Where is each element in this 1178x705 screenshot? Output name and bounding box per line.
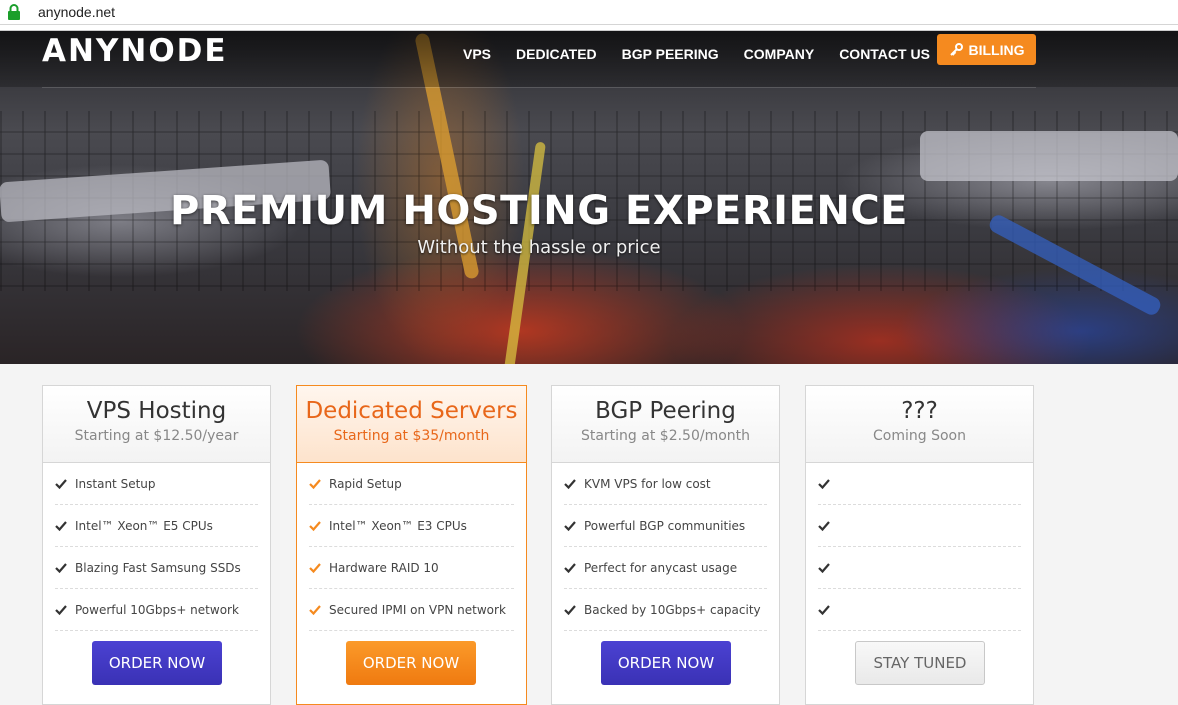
check-icon	[309, 520, 321, 531]
list-item: Instant Setup	[55, 463, 258, 505]
hero-section: ANYNODE VPS DEDICATED BGP PEERING COMPAN…	[0, 31, 1178, 364]
plan-card-vps: VPS Hosting Starting at $12.50/year Inst…	[42, 385, 271, 705]
check-icon	[818, 478, 830, 489]
plan-feature-list	[806, 463, 1033, 631]
list-item: Hardware RAID 10	[309, 547, 514, 589]
feature-text: Rapid Setup	[329, 476, 402, 491]
plan-price: Starting at $2.50/month	[580, 428, 751, 444]
check-icon	[55, 604, 67, 615]
plan-title: BGP Peering	[595, 398, 736, 424]
list-item: Powerful 10Gbps+ network	[55, 589, 258, 631]
list-item: Intel™ Xeon™ E5 CPUs	[55, 505, 258, 547]
billing-button[interactable]: BILLING	[937, 34, 1036, 65]
check-icon	[818, 562, 830, 573]
list-item: Backed by 10Gbps+ capacity	[564, 589, 767, 631]
site-logo[interactable]: ANYNODE	[42, 33, 228, 69]
nav-item-company[interactable]: COMPANY	[744, 46, 815, 62]
plan-title: ???	[901, 398, 938, 424]
plan-feature-list: Rapid Setup Intel™ Xeon™ E3 CPUs Hardwar…	[297, 463, 526, 631]
plan-title: VPS Hosting	[86, 398, 227, 424]
nav-item-bgp-peering[interactable]: BGP PEERING	[622, 46, 719, 62]
url-text[interactable]: anynode.net	[38, 4, 115, 20]
hero-subtitle: Without the hassle or price	[417, 237, 661, 258]
plan-price: Coming Soon	[873, 428, 966, 444]
list-item: Blazing Fast Samsung SSDs	[55, 547, 258, 589]
nav-item-dedicated[interactable]: DEDICATED	[516, 46, 597, 62]
plan-card-dedicated: Dedicated Servers Starting at $35/month …	[296, 385, 527, 705]
list-item: Perfect for anycast usage	[564, 547, 767, 589]
check-icon	[309, 604, 321, 615]
browser-address-bar[interactable]: anynode.net	[0, 0, 1178, 25]
check-icon	[564, 478, 576, 489]
order-now-button[interactable]: ORDER NOW	[346, 641, 476, 685]
list-item: Intel™ Xeon™ E3 CPUs	[309, 505, 514, 547]
feature-text: Powerful BGP communities	[584, 518, 746, 533]
order-now-button[interactable]: ORDER NOW	[601, 641, 731, 685]
feature-text: Blazing Fast Samsung SSDs	[75, 560, 241, 575]
list-item	[818, 589, 1021, 631]
billing-label: BILLING	[968, 41, 1025, 58]
list-item	[818, 463, 1021, 505]
list-item: Secured IPMI on VPN network	[309, 589, 514, 631]
check-icon	[55, 478, 67, 489]
order-now-button[interactable]: ORDER NOW	[92, 641, 222, 685]
feature-text: Intel™ Xeon™ E3 CPUs	[329, 518, 467, 533]
check-icon	[309, 478, 321, 489]
check-icon	[564, 604, 576, 615]
check-icon	[564, 562, 576, 573]
stay-tuned-button[interactable]: STAY TUNED	[855, 641, 985, 685]
feature-text: Intel™ Xeon™ E5 CPUs	[75, 518, 213, 533]
plan-title: Dedicated Servers	[305, 398, 518, 424]
plan-card-coming-soon: ??? Coming Soon STAY TUNED	[805, 385, 1034, 705]
lock-icon	[8, 4, 20, 20]
plan-price: Starting at $35/month	[333, 428, 490, 444]
check-icon	[818, 520, 830, 531]
check-icon	[309, 562, 321, 573]
plan-card-header: BGP Peering Starting at $2.50/month	[552, 386, 779, 463]
navbar-divider	[42, 87, 1036, 88]
feature-text: Perfect for anycast usage	[584, 560, 738, 575]
key-icon	[949, 42, 963, 56]
plan-card-header: VPS Hosting Starting at $12.50/year	[43, 386, 270, 463]
check-icon	[55, 520, 67, 531]
plan-price: Starting at $12.50/year	[74, 428, 239, 444]
list-item: KVM VPS for low cost	[564, 463, 767, 505]
plan-card-bgp: BGP Peering Starting at $2.50/month KVM …	[551, 385, 780, 705]
list-item	[818, 547, 1021, 589]
plan-feature-list: Instant Setup Intel™ Xeon™ E5 CPUs Blazi…	[43, 463, 270, 631]
feature-text: Secured IPMI on VPN network	[329, 602, 506, 617]
plan-card-header: ??? Coming Soon	[806, 386, 1033, 463]
plan-feature-list: KVM VPS for low cost Powerful BGP commun…	[552, 463, 779, 631]
feature-text: Instant Setup	[75, 476, 156, 491]
plan-card-header: Dedicated Servers Starting at $35/month	[297, 386, 526, 463]
nav-item-vps[interactable]: VPS	[463, 46, 491, 62]
feature-text: Hardware RAID 10	[329, 560, 439, 575]
list-item: Powerful BGP communities	[564, 505, 767, 547]
feature-text: Backed by 10Gbps+ capacity	[584, 602, 761, 617]
nav-item-contact-us[interactable]: CONTACT US	[839, 46, 930, 62]
list-item	[818, 505, 1021, 547]
check-icon	[564, 520, 576, 531]
check-icon	[818, 604, 830, 615]
hero-cable-decoration	[920, 131, 1178, 181]
check-icon	[55, 562, 67, 573]
main-nav: VPS DEDICATED BGP PEERING COMPANY CONTAC…	[463, 42, 955, 66]
hero-title: PREMIUM HOSTING EXPERIENCE	[170, 188, 908, 234]
feature-text: Powerful 10Gbps+ network	[75, 602, 239, 617]
feature-text: KVM VPS for low cost	[584, 476, 711, 491]
list-item: Rapid Setup	[309, 463, 514, 505]
